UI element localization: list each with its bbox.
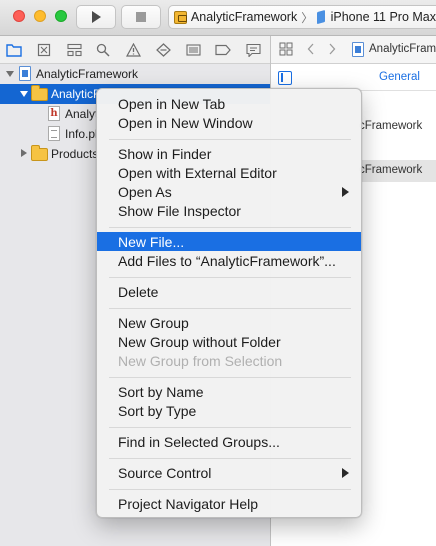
stop-icon <box>136 12 146 22</box>
close-window-button[interactable] <box>13 10 25 22</box>
symbol-icon[interactable] <box>66 42 82 58</box>
run-button[interactable] <box>76 5 116 29</box>
debug-icon[interactable] <box>185 42 201 58</box>
menu-item-open-in-new-window[interactable]: Open in New Window <box>97 113 361 132</box>
menu-item-new-group[interactable]: New Group <box>97 313 361 332</box>
menu-separator <box>109 308 351 309</box>
chevron-right-icon[interactable] <box>328 43 336 58</box>
project-list-item[interactable]: cFramework <box>359 120 422 132</box>
menu-separator <box>109 427 351 428</box>
menu-item-new-group-from-selection: New Group from Selection <box>118 352 283 369</box>
folder-icon <box>31 145 48 161</box>
chevron-left-icon[interactable] <box>307 43 315 58</box>
menu-item-new-group-without-folder[interactable]: New Group without Folder <box>97 332 361 351</box>
menu-item-show-in-finder[interactable]: Show in Finder <box>97 144 361 163</box>
tab-general[interactable]: General <box>379 71 420 83</box>
navigator-selector-bar <box>0 36 270 64</box>
menu-item-sort-by-type[interactable]: Sort by Type <box>97 401 361 420</box>
folder-icon <box>31 85 48 101</box>
zoom-window-button[interactable] <box>55 10 67 22</box>
target-list-label: cFramework <box>359 164 423 176</box>
menu-item-project-navigator-help[interactable]: Project Navigator Help <box>97 494 361 513</box>
issue-icon[interactable] <box>125 42 141 58</box>
report-icon[interactable] <box>245 42 261 58</box>
breakpoint-icon[interactable] <box>215 42 231 58</box>
header-file-icon: h <box>48 106 60 121</box>
tree-item-label: Analyt <box>65 107 99 121</box>
menu-item-add-files[interactable]: Add Files to “AnalyticFramework”... <box>97 251 361 270</box>
play-icon <box>92 11 101 23</box>
menu-item-source-control[interactable]: Source Control <box>97 463 361 482</box>
menu-item-show-file-inspector[interactable]: Show File Inspector <box>97 201 361 220</box>
iphone-device-icon <box>317 9 326 25</box>
toolbox-icon <box>174 10 187 24</box>
editor-jump-bar: AnalyticFram <box>271 36 436 64</box>
editor-tab-bar: General <box>271 64 436 91</box>
xcode-project-icon <box>352 42 364 57</box>
tree-item-label: Info.pl <box>65 127 98 141</box>
menu-separator <box>109 489 351 490</box>
disclosure-down-icon[interactable] <box>20 91 28 97</box>
find-icon[interactable] <box>95 42 111 58</box>
window-toolbar: AnalyticFramework 〉 iPhone 11 Pro Max <box>0 0 436 36</box>
scheme-separator: 〉 <box>301 10 314 25</box>
project-navigator-folder-icon[interactable] <box>6 42 22 58</box>
menu-item-label: Source Control <box>118 464 212 481</box>
disclosure-down-icon[interactable] <box>6 71 14 77</box>
disclosure-right-icon[interactable] <box>21 149 27 157</box>
scheme-selector[interactable]: AnalyticFramework 〉 iPhone 11 Pro Max <box>168 5 436 29</box>
menu-separator <box>109 139 351 140</box>
xcode-project-icon <box>19 66 31 81</box>
submenu-arrow-icon <box>342 187 349 197</box>
menu-item-sort-by-name[interactable]: Sort by Name <box>97 382 361 401</box>
menu-separator <box>109 458 351 459</box>
menu-item-delete[interactable]: Delete <box>97 282 361 301</box>
menu-item-open-with-external-editor[interactable]: Open with External Editor <box>97 163 361 182</box>
menu-separator <box>109 377 351 378</box>
tree-item-label: AnalyticFramework <box>36 67 139 81</box>
tree-item-label: Products <box>51 147 99 161</box>
menu-separator <box>109 277 351 278</box>
jump-bar-breadcrumb[interactable]: AnalyticFram <box>369 43 436 55</box>
scheme-name: AnalyticFramework <box>190 10 298 24</box>
sidebar-toggle-icon[interactable] <box>278 71 292 85</box>
related-items-grid-icon[interactable] <box>279 42 293 59</box>
menu-item-open-in-new-tab[interactable]: Open in New Tab <box>97 94 361 113</box>
minimize-window-button[interactable] <box>34 10 46 22</box>
source-control-icon[interactable] <box>36 42 52 58</box>
device-name: iPhone 11 Pro Max <box>330 10 436 24</box>
menu-item-open-as[interactable]: Open As <box>97 182 361 201</box>
stop-button[interactable] <box>121 5 161 29</box>
test-icon[interactable] <box>155 42 171 58</box>
submenu-arrow-icon <box>342 468 349 478</box>
menu-separator <box>109 227 351 228</box>
context-menu: Open in New Tab Open in New Window Show … <box>96 88 362 518</box>
tree-item-label: AnalyticF <box>51 87 101 101</box>
menu-item-new-file[interactable]: New File... <box>97 232 361 251</box>
menu-item-find-in-selected-groups[interactable]: Find in Selected Groups... <box>97 432 361 451</box>
plist-file-icon <box>48 126 60 141</box>
tree-item-project[interactable]: AnalyticFramework <box>0 64 270 84</box>
menu-item-label: Open As <box>118 183 172 200</box>
